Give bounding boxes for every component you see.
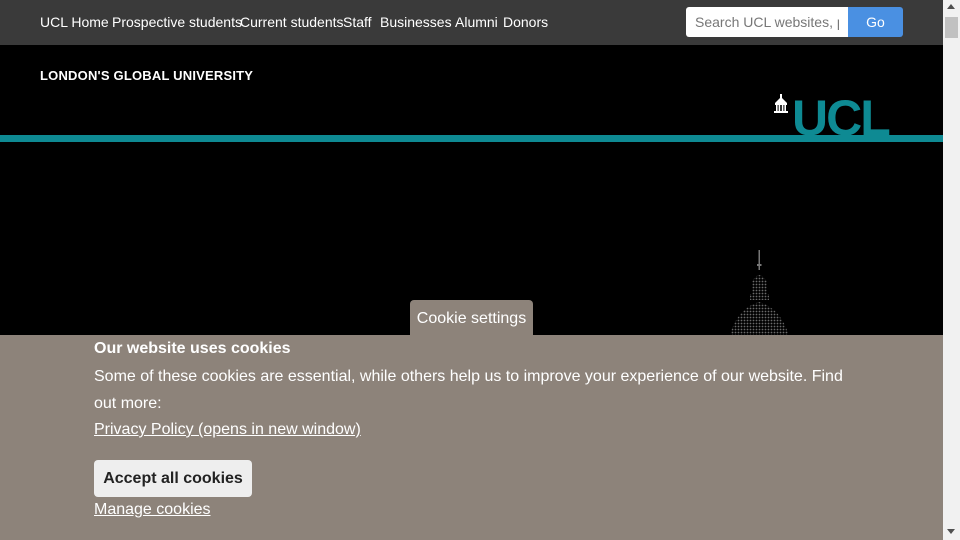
nav-alumni[interactable]: Alumni xyxy=(455,14,498,30)
university-tagline: LONDON'S GLOBAL UNIVERSITY xyxy=(40,68,254,83)
cookie-banner: Our website uses cookies Some of these c… xyxy=(0,335,943,540)
vertical-scrollbar[interactable] xyxy=(943,0,960,540)
logo-text: UCL xyxy=(792,94,889,136)
portico-icon xyxy=(774,94,788,113)
nav-ucl-home[interactable]: UCL Home xyxy=(40,14,109,30)
top-navigation: UCL Home Prospective students Current st… xyxy=(0,0,943,45)
search-go-button[interactable]: Go xyxy=(848,7,903,37)
cookie-banner-title: Our website uses cookies xyxy=(94,340,291,357)
privacy-policy-link[interactable]: Privacy Policy (opens in new window) xyxy=(94,421,361,439)
nav-staff[interactable]: Staff xyxy=(343,14,372,30)
nav-businesses[interactable]: Businesses xyxy=(380,14,452,30)
scroll-down-arrow-icon[interactable] xyxy=(947,529,955,534)
ucl-logo[interactable]: UCL xyxy=(773,94,913,136)
manage-cookies-link[interactable]: Manage cookies xyxy=(94,501,211,519)
masthead: LONDON'S GLOBAL UNIVERSITY UCL xyxy=(0,45,943,136)
nav-current-students[interactable]: Current students xyxy=(240,14,344,30)
scroll-up-arrow-icon[interactable] xyxy=(947,4,955,9)
brand-divider xyxy=(0,135,943,142)
search-input[interactable] xyxy=(686,7,848,37)
accept-all-cookies-button[interactable]: Accept all cookies xyxy=(94,460,252,497)
nav-prospective-students[interactable]: Prospective students xyxy=(112,14,242,30)
cookie-settings-tab[interactable]: Cookie settings xyxy=(410,300,533,336)
nav-donors[interactable]: Donors xyxy=(503,14,548,30)
scroll-thumb[interactable] xyxy=(945,17,958,38)
page: UCL Home Prospective students Current st… xyxy=(0,0,943,540)
cookie-banner-text: Some of these cookies are essential, whi… xyxy=(94,368,843,412)
